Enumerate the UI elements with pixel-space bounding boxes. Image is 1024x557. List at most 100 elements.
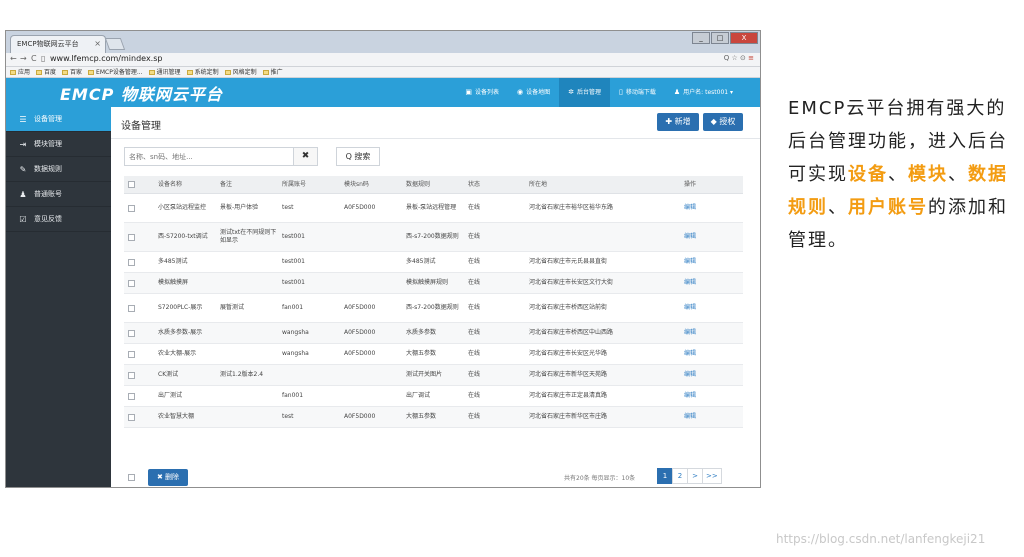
bookmark-item[interactable]: EMCP设备管理... (88, 67, 143, 77)
forward-arrow-icon[interactable]: → (20, 54, 27, 63)
table-cell: 出厂调试 (406, 392, 431, 399)
edit-link[interactable]: 编辑 (684, 273, 724, 293)
bookmark-item[interactable]: 应用 (10, 67, 30, 77)
back-arrow-icon[interactable]: ← (10, 54, 17, 63)
edit-link[interactable]: 编辑 (684, 365, 724, 385)
address-bar-actions[interactable]: Q ☆ ⊙ ≡ (724, 54, 754, 62)
bookmark-item[interactable]: 百度 (36, 67, 56, 77)
pagination: 1 2 > >> (657, 468, 722, 484)
edit-link[interactable]: 编辑 (684, 386, 724, 406)
topnav-device-map[interactable]: ◉ 设备地图 (508, 78, 559, 107)
table-cell: 测试1.2版本2.4 (220, 371, 264, 378)
table-cell: 多485测试 (158, 258, 188, 265)
browser-tab[interactable]: EMCP物联网云平台 × (10, 35, 106, 53)
next-page-button[interactable]: > (687, 468, 703, 484)
minimize-button[interactable]: _ (692, 32, 710, 44)
topnav-mobile-download[interactable]: ▯ 移动端下载 (610, 78, 665, 107)
checkbox-icon: ☑ (19, 214, 27, 224)
sidebar-item-data-rules[interactable]: ✎ 数据规则 (6, 157, 111, 182)
row-checkbox[interactable] (128, 344, 135, 364)
bookmark-item[interactable]: 通讯管理 (148, 67, 181, 77)
row-checkbox[interactable] (128, 273, 135, 293)
table-cell (282, 365, 340, 385)
row-checkbox[interactable] (128, 194, 135, 222)
bookmark-item[interactable]: 风格定制 (224, 67, 257, 77)
row-checkbox[interactable] (128, 252, 135, 272)
table-cell (344, 252, 402, 272)
table-cell: 出厂测试 (158, 392, 183, 399)
table-cell: 展暂测试 (220, 304, 245, 311)
table-cell: 西-s7-200数据规则 (406, 304, 459, 311)
sidebar-item-accounts[interactable]: ♟ 普通账号 (6, 182, 111, 207)
edit-link[interactable]: 编辑 (684, 252, 724, 272)
sidebar-item-module-management[interactable]: ⇥ 模块管理 (6, 132, 111, 157)
edit-link[interactable]: 编辑 (684, 344, 724, 364)
reload-icon[interactable]: C (31, 54, 37, 63)
topnav-admin[interactable]: ✲ 后台管理 (559, 78, 611, 107)
table-cell: 在线 (468, 371, 481, 378)
edit-link[interactable]: 编辑 (684, 407, 724, 427)
grant-button[interactable]: ◆ 授权 (703, 113, 743, 131)
last-page-button[interactable]: >> (702, 468, 722, 484)
url-field[interactable]: www.lfemcp.com/mindex.sp (50, 54, 162, 63)
page-2-button[interactable]: 2 (672, 468, 688, 484)
search-clear-button[interactable]: ✖ (294, 147, 318, 166)
table-cell: 河北省石家庄市元氏县县直街 (529, 258, 608, 265)
table-cell: 在线 (468, 258, 481, 265)
table-row: S7200PLC-展示 展暂测试 fan001 A0F5D000 西-s7-200数据规… (124, 294, 743, 323)
close-window-button[interactable]: X (730, 32, 758, 44)
map-pin-icon: ◉ (517, 88, 524, 96)
edit-link[interactable]: 编辑 (684, 194, 724, 222)
row-checkbox[interactable] (128, 294, 135, 322)
bookmark-item[interactable]: 系统定制 (186, 67, 219, 77)
table-cell: 在线 (468, 279, 481, 286)
user-icon: ♟ (673, 88, 681, 96)
row-checkbox[interactable] (128, 365, 135, 385)
maximize-button[interactable]: □ (711, 32, 729, 44)
table-row: 出厂测试 fan001 出厂调试 在线 河北省石家庄市正定县清真路 编辑 (124, 386, 743, 407)
row-checkbox[interactable] (128, 386, 135, 406)
table-cell: test001 (282, 258, 305, 265)
folder-icon (10, 69, 16, 75)
browser-window: EMCP物联网云平台 × _ □ X ← → C ▯ www.lfemcp.co… (5, 30, 761, 488)
bookmark-item[interactable]: 推广 (262, 67, 283, 77)
column-header: 状态 (468, 180, 481, 188)
table-cell (344, 273, 402, 293)
folder-icon (148, 69, 155, 75)
edit-link[interactable]: 编辑 (684, 323, 724, 343)
row-checkbox[interactable] (128, 323, 135, 343)
table-cell: 河北省石家庄市裕华区裕华东路 (529, 204, 614, 211)
sidebar-item-device-management[interactable]: ☰ 设备管理 (6, 107, 111, 132)
table-row: 水质多参数-展示 wangsha A0F5D000 水质多参数 在线 河北省石家庄市桥西区… (124, 323, 743, 344)
table-cell (344, 365, 402, 385)
delete-button[interactable]: ✖ 删除 (148, 469, 188, 486)
table-cell: test001 (282, 233, 305, 240)
topnav-device-list[interactable]: ▣ 设备列表 (456, 78, 508, 107)
table-cell: 在线 (468, 233, 481, 240)
table-cell: 在线 (468, 413, 481, 420)
row-checkbox[interactable] (128, 176, 135, 193)
sidebar-item-feedback[interactable]: ☑ 意见反馈 (6, 207, 111, 232)
emcp-app: EMCP 物联网云平台 ▣ 设备列表 ◉ 设备地图 ✲ 后台管理 ▯ 移动端下载 ♟ 用户… (6, 78, 760, 487)
add-button[interactable]: ✚ 新增 (657, 113, 699, 131)
search-input[interactable] (124, 147, 294, 166)
row-checkbox[interactable] (128, 407, 135, 427)
row-checkbox[interactable] (128, 223, 135, 251)
search-button[interactable]: Q 搜索 (336, 147, 380, 166)
topnav-user-menu[interactable]: ♟ 用户名: test001 ▾ (665, 78, 742, 107)
select-all-checkbox[interactable] (128, 466, 135, 487)
new-tab-button[interactable] (104, 38, 126, 50)
screenshot-page: EMCP物联网云平台 × _ □ X ← → C ▯ www.lfemcp.co… (0, 0, 1024, 557)
app-logo[interactable]: EMCP 物联网云平台 (60, 81, 223, 105)
list-icon: ▣ (465, 88, 472, 96)
edit-link[interactable]: 编辑 (684, 294, 724, 322)
mobile-icon: ▯ (619, 88, 623, 96)
page-1-button[interactable]: 1 (657, 468, 673, 484)
table-cell: 河北省石家庄市新华区天苑路 (529, 371, 608, 378)
tab-close-icon[interactable]: × (94, 36, 101, 52)
bookmark-item[interactable]: 百家 (62, 67, 82, 77)
edit-link[interactable]: 编辑 (684, 223, 724, 251)
table-cell: 大棚五参数 (406, 350, 437, 357)
table-cell: test (282, 204, 294, 211)
pagination-info: 共有20条 每页显示：10条 (564, 475, 636, 482)
